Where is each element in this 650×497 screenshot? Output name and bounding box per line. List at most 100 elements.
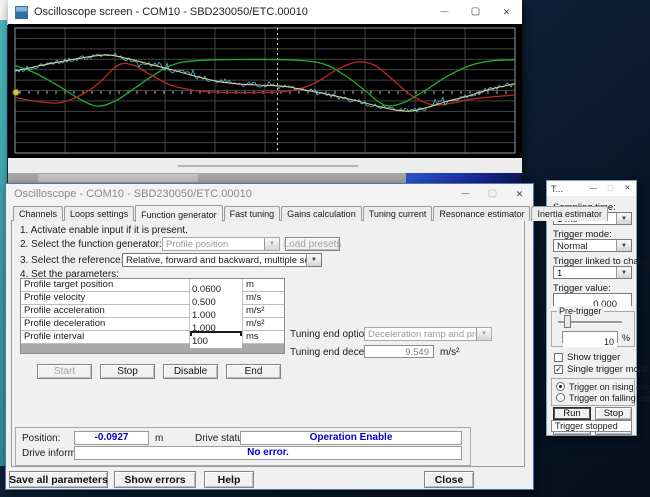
param-value-cell (190, 279, 243, 291)
tuning-end-option-label: Tuning end option: (290, 329, 372, 340)
function-generator-value: Profile position (163, 238, 264, 250)
function-generator-select[interactable]: Profile position (162, 237, 280, 251)
show-trigger-row: Show trigger (554, 352, 620, 363)
start-button: Start (37, 364, 92, 379)
trigger-mode-select[interactable]: Normal (553, 239, 632, 252)
tuning-end-deceleration-unit: m/s² (440, 347, 459, 358)
scope-titlebar: Oscilloscope screen - COM10 - SBD230050/… (8, 0, 522, 24)
single-trigger-checkbox[interactable] (554, 365, 563, 374)
tuning-end-deceleration-field: 9.549 (364, 345, 434, 358)
stop-button[interactable]: Stop (595, 407, 632, 420)
stop-button[interactable]: Stop (100, 364, 155, 379)
desktop: Oscilloscope screen - COM10 - SBD230050/… (0, 0, 650, 497)
minimize-icon[interactable] (429, 0, 460, 24)
load-presets-button: Load presets (285, 237, 340, 251)
function-generator-panel: 1. Activate enable input if it is presen… (11, 220, 525, 467)
close-icon[interactable] (491, 0, 522, 24)
show-trigger-label: Show trigger (567, 352, 620, 363)
param-value-cell (190, 305, 243, 317)
trigger-channel-select[interactable]: 1 (553, 266, 632, 279)
tab-function-generator[interactable]: Function generator (135, 205, 223, 222)
trigger-window-title: T... (547, 184, 585, 194)
close-icon[interactable] (506, 185, 533, 203)
chevron-down-icon[interactable] (616, 240, 631, 251)
param-label: Profile velocity (21, 292, 190, 304)
save-all-parameters-button[interactable]: Save all parameters (9, 471, 108, 488)
pre-trigger-value-input[interactable] (563, 337, 617, 347)
table-row: Profile acceleration m/s² (21, 305, 284, 318)
param-unit: m/s² (243, 305, 284, 317)
trigger-channel-value: 1 (554, 267, 616, 278)
scope-statusbar (8, 173, 522, 183)
single-trigger-label: Single trigger mode (567, 364, 649, 375)
param-value-cell (190, 331, 243, 343)
scope-plot (8, 24, 522, 158)
drive-status-value: Operation Enable (240, 431, 462, 445)
chevron-down-icon[interactable] (476, 328, 491, 340)
reference-select[interactable]: Relative, forward and backward, multiple… (122, 253, 322, 267)
tab-gains-calculation[interactable]: Gains calculation (281, 206, 362, 221)
help-button[interactable]: Help (204, 471, 254, 488)
trigger-mode-value: Normal (554, 240, 616, 251)
scope-window-title: Oscilloscope screen - COM10 - SBD230050/… (34, 6, 429, 18)
table-row: Profile interval ms (21, 331, 284, 344)
drive-information-value: No error. (74, 446, 462, 460)
position-unit: m (155, 433, 163, 444)
chevron-down-icon[interactable] (616, 267, 631, 278)
tab-tuning-current[interactable]: Tuning current (363, 206, 433, 221)
pre-trigger-group: Pre-trigger % (551, 311, 635, 347)
maximize-icon[interactable] (460, 0, 491, 24)
show-errors-button[interactable]: Show errors (114, 471, 196, 488)
tab-inertia-estimator[interactable]: Inertia estimator (531, 206, 608, 221)
table-row: Profile target position m (21, 279, 284, 292)
minimize-icon[interactable] (452, 185, 479, 203)
tab-channels[interactable]: Channels (13, 206, 63, 221)
pre-trigger-value-field (562, 331, 618, 343)
chevron-down-icon[interactable] (264, 238, 279, 250)
scope-scroll-strip (8, 158, 522, 173)
param-value-input[interactable] (190, 336, 242, 348)
falling-edge-row: Trigger on falling edge (556, 392, 650, 403)
splitter-handle[interactable] (178, 165, 358, 167)
parameters-table: Profile target position m Profile veloci… (20, 278, 285, 354)
close-button[interactable]: Close (424, 471, 474, 488)
step2-label: 2. Select the function generator: (20, 239, 162, 250)
tuning-window-title: Oscilloscope - COM10 - SBD230050/ETC.000… (14, 188, 452, 200)
horizontal-scrollbar-thumb[interactable] (38, 174, 198, 182)
tuning-end-option-select[interactable]: Deceleration ramp and previous state (364, 327, 492, 341)
param-value-cell (190, 318, 243, 330)
position-label: Position: (22, 433, 60, 444)
tuning-end-option-value: Deceleration ramp and previous state (365, 328, 476, 340)
tab-resonance-estimator[interactable]: Resonance estimator (433, 206, 530, 221)
falling-edge-radio[interactable] (556, 393, 565, 402)
param-label: Profile acceleration (21, 305, 190, 317)
close-icon[interactable] (619, 181, 636, 196)
run-button[interactable]: Run (553, 407, 591, 420)
param-label: Profile target position (21, 279, 190, 291)
tab-fast-tuning[interactable]: Fast tuning (224, 206, 281, 221)
tab-loops-settings[interactable]: Loops settings (64, 206, 134, 221)
table-row: Profile velocity m/s (21, 292, 284, 305)
progress-bar (406, 173, 522, 183)
param-unit: m (243, 279, 284, 291)
minimize-icon[interactable] (585, 181, 602, 196)
end-button[interactable]: End (226, 364, 281, 379)
tab-strip: Channels Loops settings Function generat… (13, 205, 609, 221)
falling-edge-label: Trigger on falling edge (569, 393, 650, 403)
param-unit: ms (243, 331, 284, 343)
rising-edge-radio[interactable] (556, 382, 565, 391)
app-icon (15, 6, 28, 19)
oscilloscope-display (8, 24, 522, 158)
disable-button[interactable]: Disable (163, 364, 218, 379)
pre-trigger-slider-thumb[interactable] (564, 315, 571, 328)
step1-text: 1. Activate enable input if it is presen… (20, 225, 188, 236)
reference-value: Relative, forward and backward, multiple… (123, 254, 306, 266)
param-value-cell (190, 292, 243, 304)
chevron-down-icon[interactable] (616, 213, 631, 224)
maximize-icon (479, 185, 506, 203)
chevron-down-icon[interactable] (306, 254, 321, 266)
show-trigger-checkbox[interactable] (554, 353, 563, 362)
param-unit: m/s² (243, 318, 284, 330)
position-value: -0.0927 (74, 431, 149, 445)
single-trigger-row: Single trigger mode (554, 364, 649, 375)
